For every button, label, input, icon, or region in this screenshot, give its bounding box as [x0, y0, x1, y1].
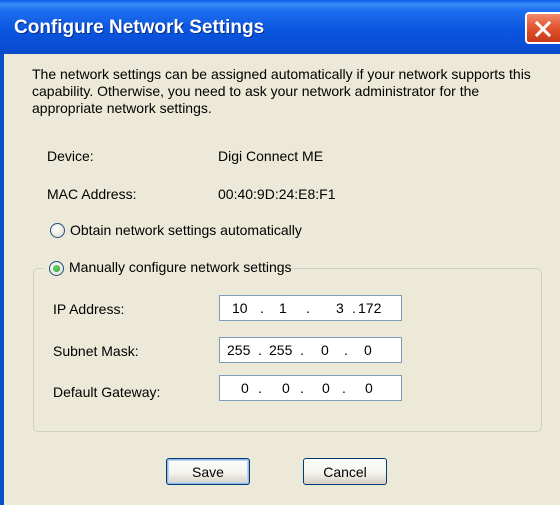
save-button[interactable]: Save	[166, 458, 250, 485]
ip-address-input[interactable]: 10 . 1 . 3 . 172	[219, 295, 402, 321]
mac-address-value: 00:40:9D:24:E8:F1	[218, 186, 336, 202]
ip-dot: .	[352, 300, 356, 316]
gateway-octet-3: 0	[322, 380, 330, 396]
ip-address-label: IP Address:	[53, 301, 125, 317]
close-icon	[534, 20, 552, 38]
gateway-dot: .	[258, 380, 262, 396]
default-gateway-input[interactable]: 0 . 0 . 0 . 0	[219, 375, 402, 401]
gateway-dot: .	[342, 380, 346, 396]
cancel-button[interactable]: Cancel	[303, 458, 387, 485]
gateway-octet-2: 0	[282, 380, 290, 396]
subnet-dot: .	[300, 342, 304, 358]
device-value: Digi Connect ME	[218, 148, 324, 164]
gateway-octet-4: 0	[365, 380, 373, 396]
gateway-dot: .	[300, 380, 304, 396]
ip-dot: .	[306, 300, 310, 316]
description-text: The network settings can be assigned aut…	[32, 66, 531, 116]
ip-octet-2: 1	[279, 300, 287, 316]
ip-octet-1: 10	[232, 300, 248, 316]
radio-selected-dot	[53, 265, 60, 272]
radio-manual-configure-label[interactable]: Manually configure network settings	[69, 259, 292, 275]
radio-obtain-automatically[interactable]	[50, 223, 65, 238]
configure-network-dialog: Configure Network Settings The network s…	[0, 0, 560, 505]
subnet-octet-1: 255	[227, 342, 251, 358]
default-gateway-label: Default Gateway:	[53, 384, 161, 400]
ip-dot: .	[260, 300, 264, 316]
subnet-dot: .	[344, 342, 348, 358]
subnet-octet-2: 255	[269, 342, 293, 358]
window-frame-left	[0, 54, 4, 505]
mac-address-label: MAC Address:	[47, 186, 137, 202]
radio-manual-configure[interactable]	[49, 261, 64, 276]
close-button[interactable]	[525, 12, 560, 44]
subnet-mask-input[interactable]: 255 . 255 . 0 . 0	[219, 337, 402, 363]
ip-octet-4: 172	[358, 300, 382, 316]
device-label: Device:	[47, 148, 94, 164]
title-bar[interactable]: Configure Network Settings	[0, 0, 560, 54]
subnet-mask-label: Subnet Mask:	[53, 343, 139, 359]
gateway-octet-1: 0	[241, 380, 249, 396]
subnet-dot: .	[258, 342, 262, 358]
subnet-octet-3: 0	[321, 342, 329, 358]
manual-settings-legend: Manually configure network settings	[44, 259, 292, 277]
subnet-octet-4: 0	[364, 342, 372, 358]
radio-obtain-automatically-label[interactable]: Obtain network settings automatically	[70, 222, 302, 238]
dialog-title: Configure Network Settings	[14, 17, 265, 38]
ip-octet-3: 3	[336, 300, 344, 316]
